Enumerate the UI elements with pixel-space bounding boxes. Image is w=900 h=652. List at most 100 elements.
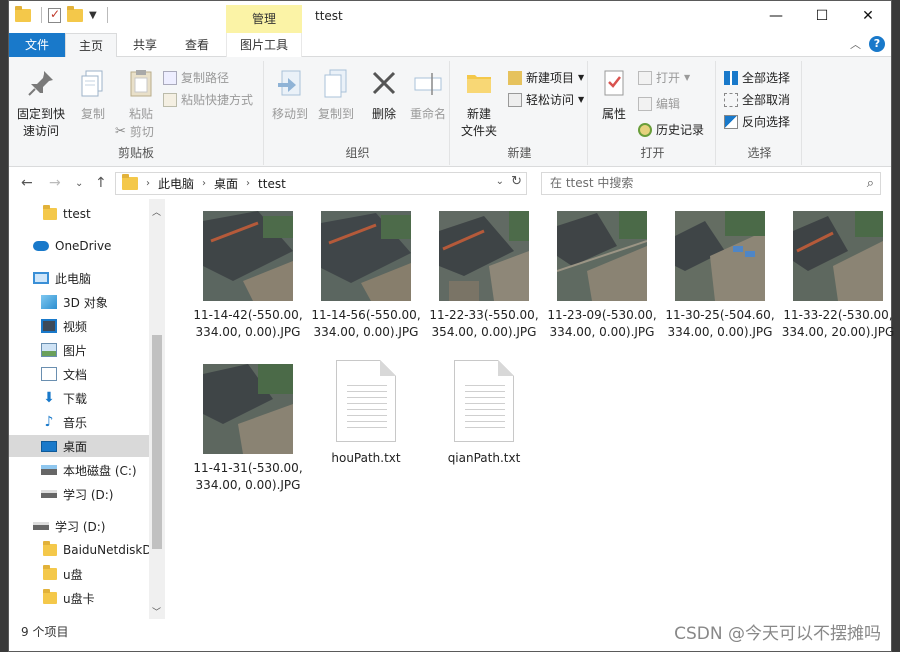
file-item[interactable]: 11-41-31(-530.00, 334.00, 0.00).JPG [189,352,307,494]
copy-to-label: 复制到 [317,107,354,121]
file-item[interactable]: 11-30-25(-504.60, 334.00, 0.00).JPG [661,199,779,341]
nav-item-desktop[interactable]: 桌面 [9,435,149,457]
pin-quick-access-button[interactable]: 固定到快 速访问 [13,67,69,139]
cube-icon [41,295,57,309]
paste-label: 粘贴 [128,107,153,121]
copy-path-button[interactable]: 复制路径 [163,69,229,86]
pin-label-line1: 固定到快 [16,107,65,121]
nav-item-udisk-card[interactable]: u盘卡 [9,587,149,609]
tab-home[interactable]: 主页 [65,33,117,58]
nav-item-music[interactable]: ♪ 音乐 [9,411,149,433]
forward-arrow-icon[interactable]: → [49,175,61,191]
tab-share[interactable]: 共享 [121,33,169,57]
scroll-down-icon[interactable]: ﹀ [152,605,161,618]
text-file-icon [454,360,514,442]
tab-file[interactable]: 文件 [9,33,65,57]
nav-item-downloads[interactable]: ⬇ 下载 [9,387,149,409]
file-item[interactable]: qianPath.txt [425,352,543,467]
open-button[interactable]: 打开 ▼ [638,69,690,86]
clipboard-group: 固定到快 速访问 复制 粘贴 复制路径 粘贴快捷方式 ✂ 剪切 剪贴板 [9,61,264,165]
breadcrumb-ttest[interactable]: ttest [258,177,286,191]
nav-item-study-d[interactable]: 学习 (D:) [9,483,149,505]
select-none-button[interactable]: 全部取消 [724,91,790,108]
nav-item-pictures[interactable]: 图片 [9,339,149,361]
tab-manage[interactable]: 管理 [226,5,302,33]
new-folder-button[interactable]: 新建 文件夹 [454,67,504,139]
breadcrumb-separator-icon[interactable]: › [202,178,206,189]
nav-item-videos[interactable]: 视频 [9,315,149,337]
select-all-button[interactable]: 全部选择 [724,69,790,86]
cut-button[interactable]: ✂ 剪切 [115,123,154,140]
picture-icon [41,343,57,357]
tab-picture-tools[interactable]: 图片工具 [226,33,302,57]
nav-item-this-pc[interactable]: 此电脑 [9,267,149,289]
close-button[interactable]: ✕ [845,1,891,31]
rename-button[interactable]: 重命名 [406,67,450,122]
properties-icon[interactable] [48,7,61,23]
history-button[interactable]: 历史记录 [638,121,704,138]
collapse-ribbon-icon[interactable]: ︿ [850,36,861,52]
move-to-button[interactable]: 移动到 [266,67,314,122]
breadcrumb-this-pc[interactable]: 此电脑 [158,175,194,192]
select-none-icon [724,92,738,107]
nav-item-documents[interactable]: 文档 [9,363,149,385]
edit-button[interactable]: 编辑 [638,95,680,112]
nav-item-local-disk-c[interactable]: 本地磁盘 (C:) [9,459,149,481]
file-item[interactable]: 11-33-22(-530.00, 334.00, 20.00).JPG [779,199,897,341]
tab-view[interactable]: 查看 [173,33,221,57]
scroll-up-icon[interactable]: ︿ [152,205,161,218]
invert-selection-button[interactable]: 反向选择 [724,113,790,130]
file-list: 11-14-42(-550.00, 334.00, 0.00).JPG 11-1… [175,199,894,619]
up-arrow-icon[interactable]: ↑ [95,175,107,191]
file-item[interactable]: 11-22-33(-550.00, 354.00, 0.00).JPG [425,199,543,341]
file-item[interactable]: 11-23-09(-530.00, 334.00, 0.00).JPG [543,199,661,341]
address-bar[interactable]: › 此电脑 › 桌面 › ttest ⌄ ↻ [115,172,527,195]
image-thumbnail [793,211,883,301]
paste-button[interactable]: 粘贴 [117,67,165,122]
nav-item-3d-objects[interactable]: 3D 对象 [9,291,149,313]
text-file-icon [336,360,396,442]
breadcrumb-desktop[interactable]: 桌面 [214,175,238,192]
breadcrumb-separator-icon[interactable]: › [146,178,150,189]
breadcrumb-separator-icon[interactable]: › [246,178,250,189]
file-name: 11-14-42(-550.00, 334.00, 0.00).JPG [193,308,303,339]
search-input[interactable]: 在 ttest 中搜索 ⌕ [541,172,881,195]
customize-toolbar-icon[interactable]: ▼ [89,10,97,21]
file-item[interactable]: houPath.txt [307,352,425,467]
drive-icon [41,465,57,475]
easy-access-button[interactable]: 轻松访问 ▼ [508,91,584,108]
maximize-button[interactable]: ☐ [799,1,845,31]
nav-item-onedrive[interactable]: OneDrive [9,235,149,257]
copy-button[interactable]: 复制 [69,67,117,122]
nav-scrollbar[interactable]: ︿ ﹀ [149,199,165,619]
minimize-button[interactable]: — [753,1,799,31]
file-name: 11-22-33(-550.00, 354.00, 0.00).JPG [429,308,539,339]
nav-item-baidunetdisk[interactable]: BaiduNetdiskD [9,539,149,561]
chevron-down-icon: ▼ [578,95,585,104]
folder-icon [15,5,31,22]
nav-item-udisk[interactable]: u盘 [9,563,149,585]
file-item[interactable]: 11-14-42(-550.00, 334.00, 0.00).JPG [189,199,307,341]
delete-button[interactable]: 删除 [364,67,404,122]
help-icon[interactable]: ? [869,36,885,52]
refresh-icon[interactable]: ↻ [511,174,522,189]
file-item[interactable]: 11-14-56(-550.00, 334.00, 0.00).JPG [307,199,425,341]
open-icon [638,70,652,85]
nav-item-study-d-root[interactable]: 学习 (D:) [9,515,149,537]
recent-locations-icon[interactable]: ⌄ [75,178,83,189]
copy-icon [81,70,103,97]
open-group-label: 打开 [640,146,665,160]
history-icon [638,122,652,137]
paste-shortcut-button[interactable]: 粘贴快捷方式 [163,91,253,108]
chevron-down-icon: ▼ [578,73,585,82]
new-item-button[interactable]: 新建项目 ▼ [508,69,584,86]
cloud-icon [33,241,49,251]
address-dropdown-icon[interactable]: ⌄ [496,176,504,187]
nav-item-ttest[interactable]: ttest [9,203,149,225]
copy-to-button[interactable]: 复制到 [312,67,360,122]
scrollbar-thumb[interactable] [152,335,162,549]
back-arrow-icon[interactable]: ← [21,175,33,191]
properties-button[interactable]: 属性 [594,67,634,122]
new-folder-icon[interactable] [67,5,83,22]
folder-icon [43,205,57,220]
